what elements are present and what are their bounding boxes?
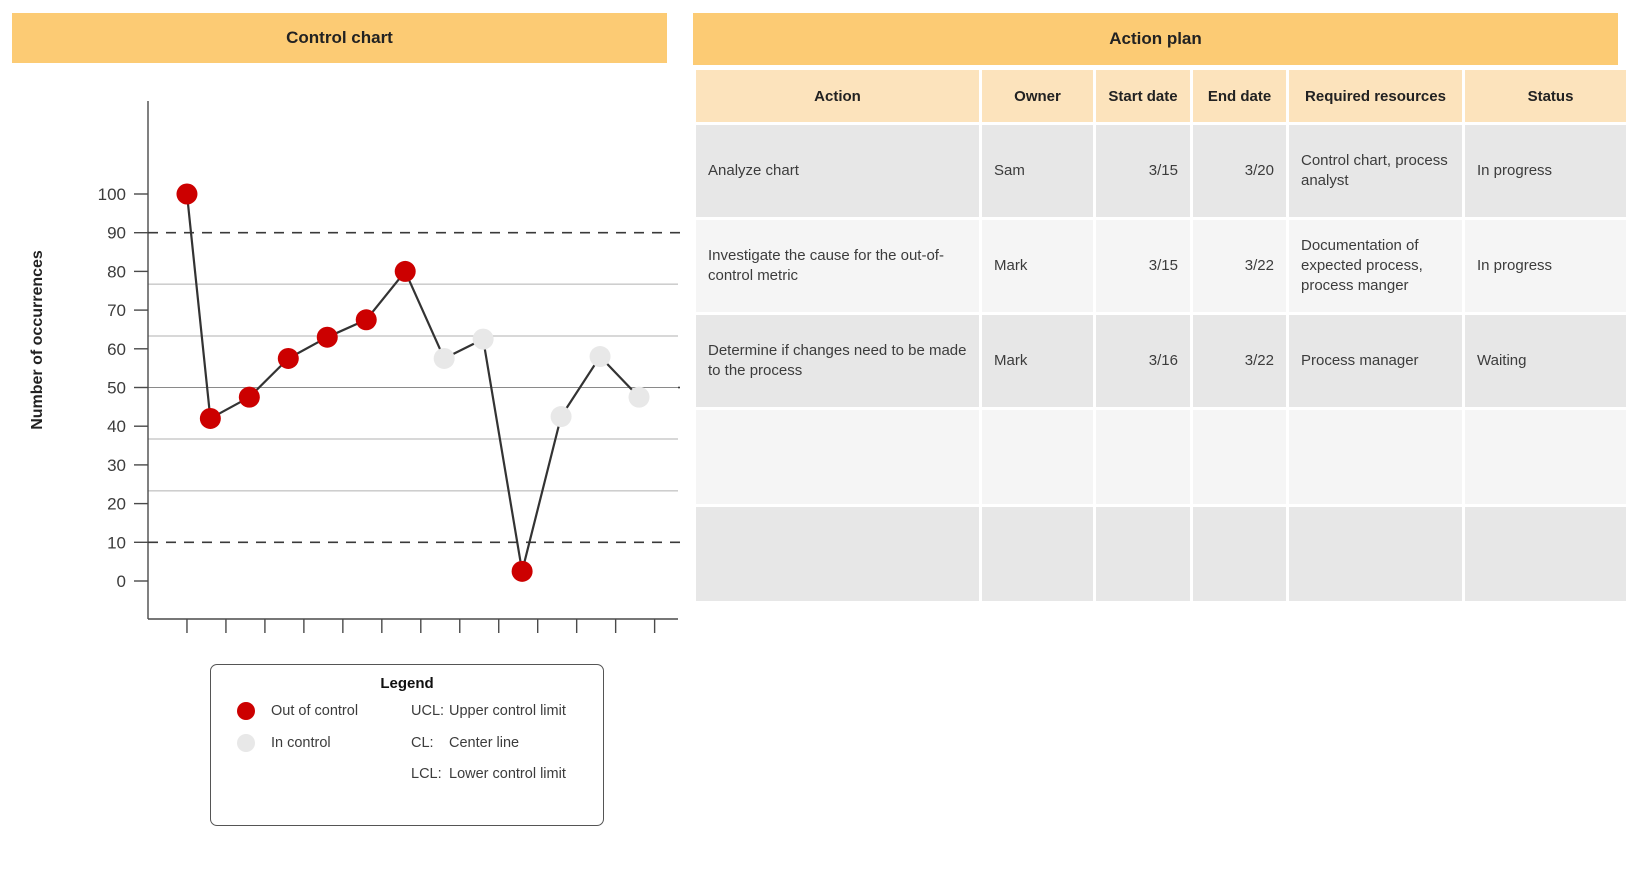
cell-owner[interactable]: Mark — [982, 220, 1093, 312]
cell-action[interactable]: Investigate the cause for the out-of-con… — [696, 220, 979, 312]
y-tick-label-50: 50 — [107, 379, 126, 398]
y-tick-label-90: 90 — [107, 224, 126, 243]
data-point-out-of-control[interactable] — [199, 407, 221, 429]
y-tick-label-20: 20 — [107, 495, 126, 514]
action-plan-table: Action Owner Start date End date Require… — [693, 67, 1626, 604]
cell-status[interactable]: Waiting — [1465, 315, 1626, 407]
action-plan-table-body: Analyze chart Sam 3/15 3/20 Control char… — [696, 125, 1626, 601]
y-tick-label-40: 40 — [107, 417, 126, 436]
cell-start-date[interactable] — [1096, 410, 1190, 504]
legend-abbr-cl: CL: Center line — [411, 735, 603, 751]
cell-action[interactable] — [696, 507, 979, 601]
data-point-out-of-control[interactable] — [316, 326, 338, 348]
cell-end-date[interactable]: 3/22 — [1193, 220, 1286, 312]
cell-end-date[interactable] — [1193, 507, 1286, 601]
data-point-out-of-control[interactable] — [511, 560, 533, 582]
cell-status[interactable]: In progress — [1465, 220, 1626, 312]
y-tick-label-100: 100 — [98, 185, 126, 204]
control-chart-panel: Control chart 01020304050607080901005101… — [12, 13, 680, 641]
action-plan-title: Action plan — [693, 13, 1618, 65]
data-point-out-of-control[interactable] — [176, 183, 198, 205]
cell-required-resources[interactable]: Control chart, process analyst — [1289, 125, 1462, 217]
cell-start-date[interactable] — [1096, 507, 1190, 601]
data-point-in-control[interactable] — [628, 386, 650, 408]
table-row[interactable] — [696, 410, 1626, 504]
cell-start-date[interactable]: 3/15 — [1096, 125, 1190, 217]
column-header-owner[interactable]: Owner — [982, 70, 1093, 122]
data-point-in-control[interactable] — [472, 328, 494, 350]
legend-abbr-lcl: LCL: Lower control limit — [411, 766, 603, 782]
control-chart-title: Control chart — [12, 13, 667, 63]
cell-action[interactable]: Analyze chart — [696, 125, 979, 217]
legend-title: Legend — [380, 675, 434, 692]
column-header-end-date[interactable]: End date — [1193, 70, 1286, 122]
cell-owner[interactable]: Mark — [982, 315, 1093, 407]
cell-action[interactable]: Determine if changes need to be made to … — [696, 315, 979, 407]
data-point-out-of-control[interactable] — [277, 347, 299, 369]
data-point-in-control[interactable] — [550, 406, 572, 428]
legend-abbr-ucl-key: UCL: — [411, 703, 445, 719]
action-plan-panel: Action plan Action Owner Start date End … — [693, 13, 1626, 604]
cell-start-date[interactable]: 3/15 — [1096, 220, 1190, 312]
column-header-status[interactable]: Status — [1465, 70, 1626, 122]
table-row[interactable]: Investigate the cause for the out-of-con… — [696, 220, 1626, 312]
table-row[interactable]: Determine if changes need to be made to … — [696, 315, 1626, 407]
legend-abbr-lcl-key: LCL: — [411, 766, 442, 782]
y-tick-label-70: 70 — [107, 301, 126, 320]
data-point-out-of-control[interactable] — [238, 386, 260, 408]
cell-status[interactable]: In progress — [1465, 125, 1626, 217]
data-point-in-control[interactable] — [589, 346, 611, 368]
cell-owner[interactable] — [982, 410, 1093, 504]
table-row[interactable]: Analyze chart Sam 3/15 3/20 Control char… — [696, 125, 1626, 217]
data-point-out-of-control[interactable] — [394, 260, 416, 282]
cell-owner[interactable] — [982, 507, 1093, 601]
cell-start-date[interactable]: 3/16 — [1096, 315, 1190, 407]
legend-grid: Out of control UCL: Upper control limit I… — [211, 702, 603, 782]
data-point-out-of-control[interactable] — [355, 309, 377, 331]
cell-required-resources[interactable]: Process manager — [1289, 315, 1462, 407]
cell-required-resources[interactable] — [1289, 507, 1462, 601]
column-header-required-resources[interactable]: Required resources — [1289, 70, 1462, 122]
cell-required-resources[interactable] — [1289, 410, 1462, 504]
cell-end-date[interactable] — [1193, 410, 1286, 504]
cell-status[interactable] — [1465, 410, 1626, 504]
column-header-action[interactable]: Action — [696, 70, 979, 122]
table-row[interactable] — [696, 507, 1626, 601]
y-tick-label-10: 10 — [107, 533, 126, 552]
series-line — [185, 192, 641, 573]
out-of-control-marker-icon — [237, 702, 255, 720]
in-control-marker-icon — [237, 734, 255, 752]
cell-action[interactable] — [696, 410, 979, 504]
y-tick-label-0: 0 — [117, 572, 126, 591]
cell-required-resources[interactable]: Documentation of expected process, proce… — [1289, 220, 1462, 312]
legend-label-out-of-control: Out of control — [271, 703, 359, 719]
control-chart-svg: 0102030405060708090100510152025303540455… — [29, 101, 680, 633]
data-point-in-control[interactable] — [433, 347, 455, 369]
y-tick-label-60: 60 — [107, 340, 126, 359]
legend-abbr-cl-text: Center line — [449, 735, 520, 751]
chart-legend: Legend Out of control UCL: Upper control … — [210, 664, 604, 826]
legend-label-in-control: In control — [271, 735, 331, 751]
legend-abbr-lcl-text: Lower control limit — [449, 766, 566, 782]
legend-abbr-cl-key: CL: — [411, 735, 434, 751]
table-header-row: Action Owner Start date End date Require… — [696, 70, 1626, 122]
y-tick-label-30: 30 — [107, 456, 126, 475]
column-header-start-date[interactable]: Start date — [1096, 70, 1190, 122]
legend-abbr-ucl: UCL: Upper control limit — [411, 703, 603, 719]
y-axis-title: Number of occurrences — [29, 250, 46, 430]
cell-end-date[interactable]: 3/20 — [1193, 125, 1286, 217]
y-tick-label-80: 80 — [107, 262, 126, 281]
cell-end-date[interactable]: 3/22 — [1193, 315, 1286, 407]
control-chart-plot: 0102030405060708090100510152025303540455… — [0, 71, 680, 641]
cell-status[interactable] — [1465, 507, 1626, 601]
legend-abbr-ucl-text: Upper control limit — [449, 703, 566, 719]
cell-owner[interactable]: Sam — [982, 125, 1093, 217]
